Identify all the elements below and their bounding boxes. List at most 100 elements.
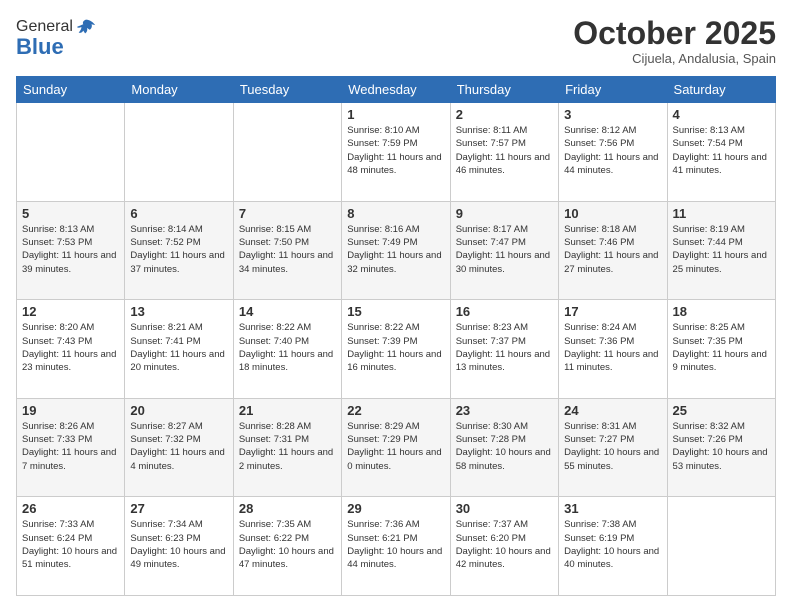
cell-4-0: 26 Sunrise: 7:33 AM Sunset: 6:24 PM Dayli… (17, 497, 125, 596)
day-number-10: 10 (564, 206, 661, 221)
cell-2-3: 15 Sunrise: 8:22 AM Sunset: 7:39 PM Dayli… (342, 300, 450, 399)
day-number-15: 15 (347, 304, 444, 319)
day-info-14: Sunrise: 8:22 AM Sunset: 7:40 PM Dayligh… (239, 321, 336, 374)
logo: General Blue (16, 16, 97, 60)
day-number-2: 2 (456, 107, 553, 122)
location-text: Cijuela, Andalusia, Spain (573, 51, 776, 66)
day-info-30: Sunrise: 7:37 AM Sunset: 6:20 PM Dayligh… (456, 518, 553, 571)
header-wednesday: Wednesday (342, 77, 450, 103)
cell-3-5: 24 Sunrise: 8:31 AM Sunset: 7:27 PM Dayli… (559, 398, 667, 497)
day-number-13: 13 (130, 304, 227, 319)
cell-3-0: 19 Sunrise: 8:26 AM Sunset: 7:33 PM Dayli… (17, 398, 125, 497)
day-info-22: Sunrise: 8:29 AM Sunset: 7:29 PM Dayligh… (347, 420, 444, 473)
day-number-6: 6 (130, 206, 227, 221)
day-number-26: 26 (22, 501, 119, 516)
week-row-1: 5 Sunrise: 8:13 AM Sunset: 7:53 PM Daylig… (17, 201, 776, 300)
cell-1-5: 10 Sunrise: 8:18 AM Sunset: 7:46 PM Dayli… (559, 201, 667, 300)
day-info-20: Sunrise: 8:27 AM Sunset: 7:32 PM Dayligh… (130, 420, 227, 473)
day-info-24: Sunrise: 8:31 AM Sunset: 7:27 PM Dayligh… (564, 420, 661, 473)
day-info-21: Sunrise: 8:28 AM Sunset: 7:31 PM Dayligh… (239, 420, 336, 473)
day-info-27: Sunrise: 7:34 AM Sunset: 6:23 PM Dayligh… (130, 518, 227, 571)
day-number-8: 8 (347, 206, 444, 221)
day-info-7: Sunrise: 8:15 AM Sunset: 7:50 PM Dayligh… (239, 223, 336, 276)
header-sunday: Sunday (17, 77, 125, 103)
day-number-11: 11 (673, 206, 770, 221)
week-row-3: 19 Sunrise: 8:26 AM Sunset: 7:33 PM Dayli… (17, 398, 776, 497)
cell-0-0 (17, 103, 125, 202)
day-number-18: 18 (673, 304, 770, 319)
day-number-1: 1 (347, 107, 444, 122)
day-info-19: Sunrise: 8:26 AM Sunset: 7:33 PM Dayligh… (22, 420, 119, 473)
day-info-25: Sunrise: 8:32 AM Sunset: 7:26 PM Dayligh… (673, 420, 770, 473)
cell-3-3: 22 Sunrise: 8:29 AM Sunset: 7:29 PM Dayli… (342, 398, 450, 497)
day-info-18: Sunrise: 8:25 AM Sunset: 7:35 PM Dayligh… (673, 321, 770, 374)
cell-1-4: 9 Sunrise: 8:17 AM Sunset: 7:47 PM Daylig… (450, 201, 558, 300)
calendar-body: 1 Sunrise: 8:10 AM Sunset: 7:59 PM Daylig… (17, 103, 776, 596)
day-info-11: Sunrise: 8:19 AM Sunset: 7:44 PM Dayligh… (673, 223, 770, 276)
header-monday: Monday (125, 77, 233, 103)
cell-2-6: 18 Sunrise: 8:25 AM Sunset: 7:35 PM Dayli… (667, 300, 775, 399)
day-number-28: 28 (239, 501, 336, 516)
day-info-23: Sunrise: 8:30 AM Sunset: 7:28 PM Dayligh… (456, 420, 553, 473)
header-saturday: Saturday (667, 77, 775, 103)
day-number-22: 22 (347, 403, 444, 418)
day-info-2: Sunrise: 8:11 AM Sunset: 7:57 PM Dayligh… (456, 124, 553, 177)
day-info-1: Sunrise: 8:10 AM Sunset: 7:59 PM Dayligh… (347, 124, 444, 177)
cell-2-5: 17 Sunrise: 8:24 AM Sunset: 7:36 PM Dayli… (559, 300, 667, 399)
page: General Blue October 2025 Cijuela, Andal… (0, 0, 792, 612)
day-info-15: Sunrise: 8:22 AM Sunset: 7:39 PM Dayligh… (347, 321, 444, 374)
cell-0-6: 4Sunrise: 8:13 AM Sunset: 7:54 PM Daylig… (667, 103, 775, 202)
cell-1-3: 8 Sunrise: 8:16 AM Sunset: 7:49 PM Daylig… (342, 201, 450, 300)
cell-3-6: 25 Sunrise: 8:32 AM Sunset: 7:26 PM Dayli… (667, 398, 775, 497)
day-number-16: 16 (456, 304, 553, 319)
cell-0-4: 2 Sunrise: 8:11 AM Sunset: 7:57 PM Daylig… (450, 103, 558, 202)
cell-1-2: 7Sunrise: 8:15 AM Sunset: 7:50 PM Daylig… (233, 201, 341, 300)
header: General Blue October 2025 Cijuela, Andal… (16, 16, 776, 66)
cell-4-4: 30 Sunrise: 7:37 AM Sunset: 6:20 PM Dayli… (450, 497, 558, 596)
logo-bird-icon (75, 16, 97, 38)
day-number-27: 27 (130, 501, 227, 516)
day-number-9: 9 (456, 206, 553, 221)
day-info-6: Sunrise: 8:14 AM Sunset: 7:52 PM Dayligh… (130, 223, 227, 276)
cell-2-1: 13Sunrise: 8:21 AM Sunset: 7:41 PM Dayli… (125, 300, 233, 399)
day-number-23: 23 (456, 403, 553, 418)
cell-3-4: 23 Sunrise: 8:30 AM Sunset: 7:28 PM Dayli… (450, 398, 558, 497)
day-number-5: 5 (22, 206, 119, 221)
day-number-14: 14 (239, 304, 336, 319)
week-row-0: 1 Sunrise: 8:10 AM Sunset: 7:59 PM Daylig… (17, 103, 776, 202)
title-block: October 2025 Cijuela, Andalusia, Spain (573, 16, 776, 66)
cell-0-1 (125, 103, 233, 202)
cell-4-5: 31 Sunrise: 7:38 AM Sunset: 6:19 PM Dayli… (559, 497, 667, 596)
day-info-29: Sunrise: 7:36 AM Sunset: 6:21 PM Dayligh… (347, 518, 444, 571)
day-info-5: Sunrise: 8:13 AM Sunset: 7:53 PM Dayligh… (22, 223, 119, 276)
month-title: October 2025 (573, 16, 776, 51)
cell-3-2: 21Sunrise: 8:28 AM Sunset: 7:31 PM Dayli… (233, 398, 341, 497)
day-number-24: 24 (564, 403, 661, 418)
cell-0-3: 1 Sunrise: 8:10 AM Sunset: 7:59 PM Daylig… (342, 103, 450, 202)
day-info-28: Sunrise: 7:35 AM Sunset: 6:22 PM Dayligh… (239, 518, 336, 571)
day-number-30: 30 (456, 501, 553, 516)
day-info-26: Sunrise: 7:33 AM Sunset: 6:24 PM Dayligh… (22, 518, 119, 571)
day-info-17: Sunrise: 8:24 AM Sunset: 7:36 PM Dayligh… (564, 321, 661, 374)
day-number-17: 17 (564, 304, 661, 319)
cell-3-1: 20 Sunrise: 8:27 AM Sunset: 7:32 PM Dayli… (125, 398, 233, 497)
day-number-3: 3 (564, 107, 661, 122)
header-tuesday: Tuesday (233, 77, 341, 103)
day-info-8: Sunrise: 8:16 AM Sunset: 7:49 PM Dayligh… (347, 223, 444, 276)
day-info-12: Sunrise: 8:20 AM Sunset: 7:43 PM Dayligh… (22, 321, 119, 374)
cell-4-3: 29Sunrise: 7:36 AM Sunset: 6:21 PM Dayli… (342, 497, 450, 596)
day-number-25: 25 (673, 403, 770, 418)
header-friday: Friday (559, 77, 667, 103)
cell-2-0: 12 Sunrise: 8:20 AM Sunset: 7:43 PM Dayli… (17, 300, 125, 399)
day-info-4: Sunrise: 8:13 AM Sunset: 7:54 PM Dayligh… (673, 124, 770, 177)
day-number-19: 19 (22, 403, 119, 418)
day-number-20: 20 (130, 403, 227, 418)
day-info-31: Sunrise: 7:38 AM Sunset: 6:19 PM Dayligh… (564, 518, 661, 571)
day-info-9: Sunrise: 8:17 AM Sunset: 7:47 PM Dayligh… (456, 223, 553, 276)
day-number-31: 31 (564, 501, 661, 516)
cell-2-2: 14 Sunrise: 8:22 AM Sunset: 7:40 PM Dayli… (233, 300, 341, 399)
cell-1-0: 5 Sunrise: 8:13 AM Sunset: 7:53 PM Daylig… (17, 201, 125, 300)
day-number-12: 12 (22, 304, 119, 319)
day-info-10: Sunrise: 8:18 AM Sunset: 7:46 PM Dayligh… (564, 223, 661, 276)
cell-4-2: 28 Sunrise: 7:35 AM Sunset: 6:22 PM Dayli… (233, 497, 341, 596)
